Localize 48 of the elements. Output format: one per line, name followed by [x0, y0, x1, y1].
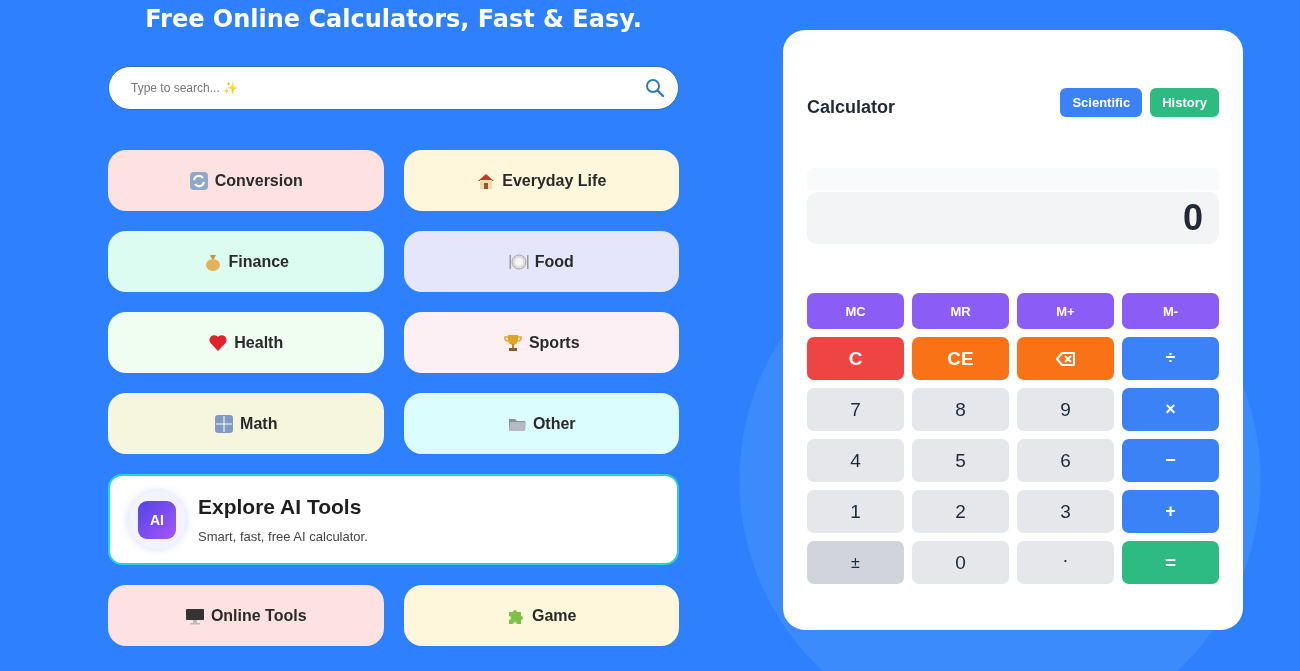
calculator-key[interactable]: 3	[1017, 490, 1114, 533]
calculator-key[interactable]: −	[1122, 439, 1219, 482]
calculator-key[interactable]: M+	[1017, 293, 1114, 329]
category-link[interactable]: Food	[403, 231, 679, 292]
arrows-cycle-icon	[188, 170, 209, 191]
calculator-key[interactable]: 9	[1017, 388, 1114, 431]
category-link[interactable]: Online Tools	[108, 585, 384, 646]
plate-icon	[508, 251, 529, 272]
backspace-icon	[1055, 350, 1076, 367]
calculator-key[interactable]: 4	[807, 439, 904, 482]
ai-card-subtitle: Smart, fast, free AI calculator.	[198, 529, 368, 544]
trophy-icon	[502, 332, 523, 353]
calculator-key[interactable]: ±	[807, 541, 904, 584]
calculator-key[interactable]: .	[1017, 541, 1114, 584]
ai-tools-card[interactable]: AI Explore AI Tools Smart, fast, free AI calculator.	[108, 474, 679, 565]
category-link[interactable]: Other	[403, 393, 679, 454]
search-field[interactable]: Type to search... ✨	[108, 66, 679, 110]
category-link[interactable]: Health	[108, 312, 384, 373]
calculator-key[interactable]: MC	[807, 293, 904, 329]
category-link[interactable]: Game	[403, 585, 679, 646]
category-link[interactable]: Everyday Life	[403, 150, 679, 211]
calculator-key[interactable]: 7	[807, 388, 904, 431]
ai-card-title: Explore AI Tools	[198, 495, 363, 519]
calculator-key[interactable]: M-	[1122, 293, 1219, 329]
calculator-key[interactable]: ÷	[1122, 337, 1219, 380]
calculator-key[interactable]: +	[1122, 490, 1219, 533]
calculator-key[interactable]: MR	[912, 293, 1009, 329]
calculator-key[interactable]: 6	[1017, 439, 1114, 482]
calculator-display: 0	[807, 192, 1219, 244]
search-icon[interactable]	[645, 78, 665, 98]
category-link[interactable]: Finance	[108, 231, 384, 292]
category-link[interactable]: Sports	[403, 312, 679, 373]
calculator-key[interactable]: ×	[1122, 388, 1219, 431]
ai-badge: AI	[138, 500, 176, 539]
category-link[interactable]: Conversion	[108, 150, 384, 211]
calculator-key[interactable]: 5	[912, 439, 1009, 482]
calculator-key[interactable]: C	[807, 337, 904, 380]
heart-icon	[208, 332, 229, 353]
number-grid-icon	[214, 413, 235, 434]
backspace-button[interactable]	[1017, 337, 1114, 380]
page-title: Free Online Calculators, Fast & Easy.	[144, 4, 643, 34]
calculator-key[interactable]: 0	[912, 541, 1009, 584]
mode-button[interactable]: Scientific	[1060, 88, 1143, 117]
calculator-key[interactable]: 8	[912, 388, 1009, 431]
calculator-key[interactable]: 1	[807, 490, 904, 533]
calculator-title: Calculator	[807, 97, 897, 118]
calculator-key[interactable]: 2	[912, 490, 1009, 533]
category-link[interactable]: Math	[108, 393, 384, 454]
